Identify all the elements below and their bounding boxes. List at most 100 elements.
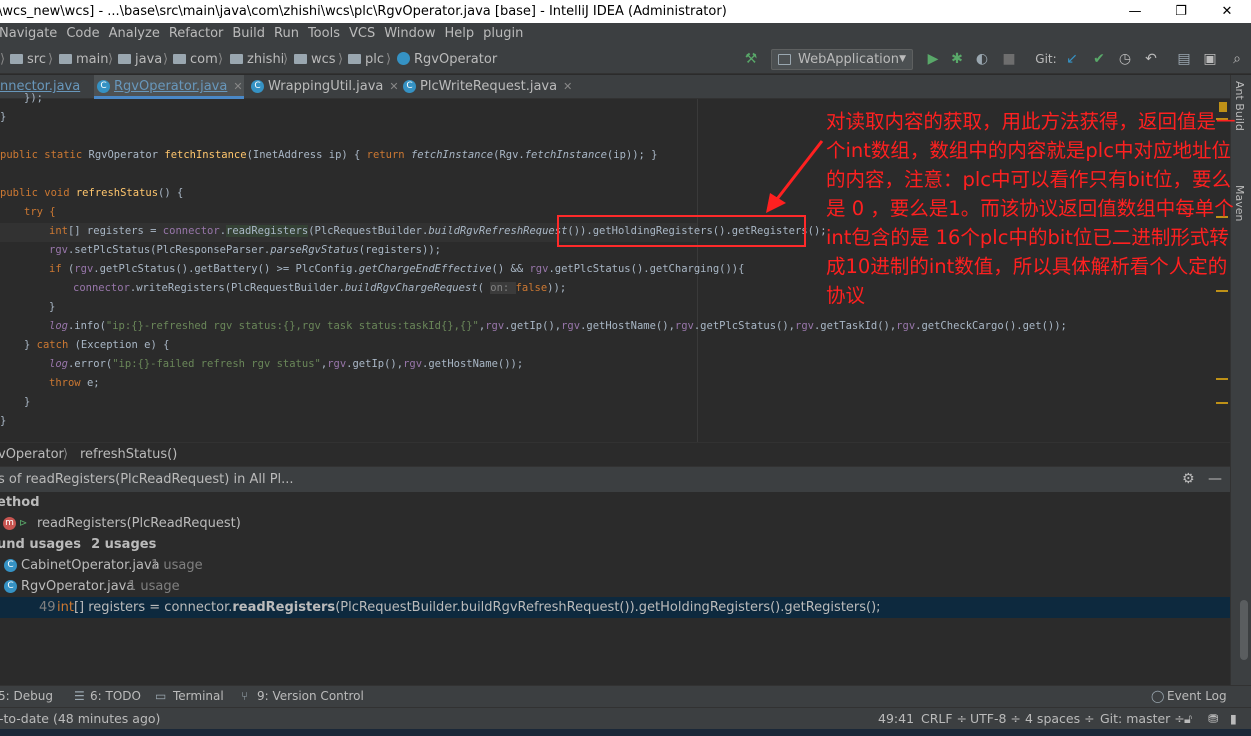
build-hammer-icon[interactable]: ⚒: [742, 50, 760, 68]
tool-window-bar: 5: Debug ☰ 6: TODO ▭ Terminal ⑂ 9: Versi…: [0, 685, 1251, 707]
folder-icon: [294, 54, 307, 64]
menu-build[interactable]: Build: [232, 23, 265, 45]
breadcrumb-src[interactable]: src: [10, 45, 46, 74]
breadcrumb-separator-icon: ⟩: [338, 52, 344, 67]
title-bar: \wcs_new\wcs] - ...\base\src\main\java\c…: [0, 0, 1251, 23]
code-line: rgv.setPlcStatus(PlcResponseParser.parse…: [49, 244, 441, 256]
close-button[interactable]: ✕: [1204, 0, 1250, 23]
breadcrumb-zhishi[interactable]: zhishi: [230, 45, 284, 74]
breadcrumb-class[interactable]: vOperator: [0, 443, 64, 467]
breadcrumb-method[interactable]: refreshStatus(): [80, 443, 177, 467]
menu-plugin[interactable]: plugin: [483, 23, 523, 45]
menu-run[interactable]: Run: [274, 23, 299, 45]
class-icon: C: [4, 580, 17, 593]
tree-item-file[interactable]: C RgvOperator.java 1 usage: [0, 576, 1230, 597]
line-separator[interactable]: CRLF ÷: [921, 708, 967, 729]
todo-list-icon: ☰: [74, 689, 85, 703]
tool-terminal[interactable]: Terminal: [173, 686, 224, 707]
run-icon[interactable]: ▶: [924, 50, 942, 68]
tool-debug[interactable]: 5: Debug: [0, 686, 53, 707]
class-icon: C: [403, 80, 416, 93]
revert-icon[interactable]: ↶: [1142, 50, 1160, 68]
menu-window[interactable]: Window: [384, 23, 435, 45]
window-title: \wcs_new\wcs] - ...\base\src\main\java\c…: [0, 4, 727, 19]
folder-icon: [10, 54, 23, 64]
tab-rgvoperator[interactable]: C RgvOperator.java ✕: [94, 75, 244, 99]
caret-position[interactable]: 49:41: [878, 708, 914, 729]
stop-icon[interactable]: ■: [1000, 50, 1018, 68]
tab-plcwriterequest[interactable]: C PlcWriteRequest.java ✕: [400, 75, 572, 99]
run-config-select[interactable]: WebApplication ▼: [771, 49, 913, 70]
breadcrumb-rgvoperator[interactable]: RgvOperator: [397, 45, 497, 74]
project-structure-icon[interactable]: ▤: [1175, 50, 1193, 68]
tree-group-method[interactable]: ethod: [0, 492, 1230, 513]
warning-marker[interactable]: [1216, 378, 1228, 380]
maximize-button[interactable]: ❐: [1158, 0, 1204, 23]
minimize-button[interactable]: —: [1112, 0, 1158, 23]
menu-help[interactable]: Help: [444, 23, 474, 45]
menu-refactor[interactable]: Refactor: [169, 23, 224, 45]
gear-icon[interactable]: ⚙: [1182, 467, 1195, 492]
folder-icon: [348, 54, 361, 64]
breadcrumb-com[interactable]: com: [173, 45, 218, 74]
class-icon: C: [97, 80, 110, 93]
menu-analyze[interactable]: Analyze: [109, 23, 160, 45]
usage-row-selected[interactable]: 49 int[] registers = connector.readRegis…: [0, 597, 1230, 618]
breadcrumb-java[interactable]: java: [118, 45, 162, 74]
code-line: public static RgvOperator fetchInstance(…: [0, 149, 658, 161]
git-label: Git:: [1035, 52, 1057, 66]
chevron-down-icon: ▼: [899, 54, 906, 64]
lock-icon[interactable]: 🔓︎: [1184, 708, 1192, 729]
menu-navigate[interactable]: Navigate: [0, 23, 57, 45]
panel-scrollbar[interactable]: [1240, 600, 1248, 660]
menu-code[interactable]: Code: [66, 23, 99, 45]
breadcrumb-plc[interactable]: plc: [348, 45, 384, 74]
annotation-highlight-box: [557, 215, 806, 247]
git-update-icon[interactable]: ↙: [1063, 50, 1081, 68]
tree-item-method[interactable]: m ⊳ readRegisters(PlcReadRequest): [0, 513, 1230, 534]
editor-tabs: nnector.java C RgvOperator.java ✕ C Wrappin…: [0, 75, 1230, 99]
tool-todo[interactable]: 6: TODO: [90, 686, 141, 707]
code-line: } catch (Exception e) {: [24, 339, 170, 351]
close-icon[interactable]: ✕: [563, 80, 572, 93]
public-icon: ⊳: [19, 518, 28, 529]
close-icon[interactable]: ✕: [389, 80, 398, 93]
menu-vcs[interactable]: VCS: [349, 23, 375, 45]
status-message: -to-date (48 minutes ago): [0, 711, 161, 726]
minimize-panel-icon[interactable]: —: [1208, 467, 1222, 492]
code-line: if (rgv.getPlcStatus().getBattery() >= P…: [49, 263, 745, 275]
tool-event-log[interactable]: Event Log: [1167, 686, 1227, 707]
history-icon[interactable]: ◷: [1116, 50, 1134, 68]
method-icon: m: [3, 517, 16, 530]
warning-marker[interactable]: [1216, 402, 1228, 404]
code-line: }: [0, 111, 7, 123]
annotation-text: 对读取内容的获取，用此方法获得，返回值是一个int数组，数组中的内容就是plc中…: [826, 110, 1236, 307]
memory-icon[interactable]: ▮: [1230, 708, 1237, 729]
code-line: public void refreshStatus() {: [0, 187, 184, 199]
git-branch[interactable]: Git: master ÷: [1100, 708, 1185, 729]
search-icon[interactable]: ⌕: [1228, 50, 1246, 68]
code-line: log.error("ip:{}-failed refresh rgv stat…: [49, 358, 524, 370]
annotation-arrow-icon: [766, 140, 824, 213]
tab-wrappingutil[interactable]: C WrappingUtil.java ✕: [248, 75, 399, 99]
breadcrumb-main[interactable]: main: [59, 45, 108, 74]
file-encoding[interactable]: UTF-8 ÷: [970, 708, 1021, 729]
code-line: }: [24, 396, 31, 408]
git-commit-icon[interactable]: ✔: [1090, 50, 1108, 68]
tree-item-file[interactable]: C CabinetOperator.java 1 usage: [0, 555, 1230, 576]
layout-icon[interactable]: ▣: [1201, 50, 1219, 68]
menu-tools[interactable]: Tools: [308, 23, 340, 45]
folder-icon: [59, 54, 72, 64]
find-usages-panel: s of readRegisters(PlcReadRequest) in Al…: [0, 466, 1230, 685]
inspector-icon[interactable]: ⛃: [1208, 708, 1218, 729]
coverage-icon[interactable]: ◐: [973, 50, 991, 68]
debug-bug-icon[interactable]: ✱: [948, 50, 966, 68]
web-app-icon: [778, 54, 791, 65]
class-icon: [397, 52, 410, 65]
tab-connector[interactable]: nnector.java: [0, 75, 86, 99]
tree-group-found-usages[interactable]: und usages 2 usages: [0, 534, 1230, 555]
indent-setting[interactable]: 4 spaces ÷: [1025, 708, 1095, 729]
close-icon[interactable]: ✕: [233, 80, 242, 93]
breadcrumb-wcs[interactable]: wcs: [294, 45, 336, 74]
tool-version-control[interactable]: 9: Version Control: [257, 686, 364, 707]
